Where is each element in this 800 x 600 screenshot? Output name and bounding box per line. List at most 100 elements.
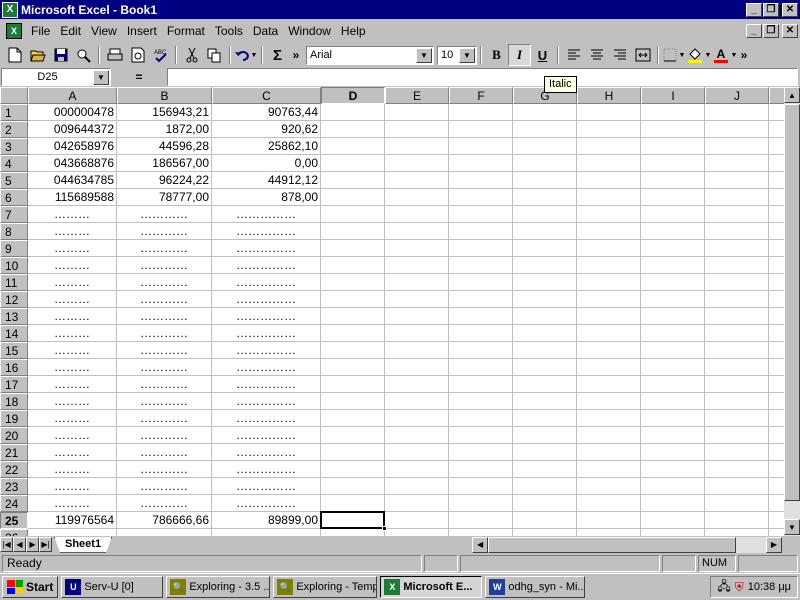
- cell-empty[interactable]: [577, 495, 641, 512]
- scroll-right-icon[interactable]: ▶: [766, 536, 782, 553]
- excel-app-icon[interactable]: X: [2, 1, 18, 18]
- prev-sheet-icon[interactable]: ◀: [13, 537, 26, 552]
- cell-empty[interactable]: [705, 240, 769, 257]
- cell-a23[interactable]: ………: [28, 478, 117, 495]
- clock[interactable]: 10:38 μμ: [748, 581, 791, 593]
- cell-empty[interactable]: [513, 376, 577, 393]
- cell-empty[interactable]: [641, 512, 705, 529]
- cell-a9[interactable]: ………: [28, 240, 117, 257]
- spelling-icon[interactable]: ABC: [149, 44, 172, 66]
- cell-empty[interactable]: [769, 172, 784, 189]
- doc-restore-button[interactable]: ❐: [763, 24, 779, 38]
- cell-empty[interactable]: [449, 393, 513, 410]
- cell-empty[interactable]: [577, 325, 641, 342]
- cell-empty[interactable]: [577, 461, 641, 478]
- cell-empty[interactable]: [577, 444, 641, 461]
- cell-empty[interactable]: [577, 155, 641, 172]
- cell-empty[interactable]: [641, 478, 705, 495]
- column-header-j[interactable]: J: [705, 87, 769, 104]
- cell-empty[interactable]: [385, 512, 449, 529]
- new-file-icon[interactable]: [3, 44, 26, 66]
- cell-a16[interactable]: ………: [28, 359, 117, 376]
- save-icon[interactable]: [49, 44, 72, 66]
- menu-help[interactable]: Help: [336, 24, 371, 38]
- cell-empty[interactable]: [513, 444, 577, 461]
- cell-empty[interactable]: [513, 427, 577, 444]
- cell-c14[interactable]: ……………: [212, 325, 321, 342]
- tab-sheet1[interactable]: Sheet1: [54, 537, 112, 553]
- cell-empty[interactable]: [577, 223, 641, 240]
- row-header[interactable]: 2: [0, 121, 28, 138]
- last-sheet-icon[interactable]: ▶|: [39, 537, 52, 552]
- scroll-left-icon[interactable]: ◀: [472, 536, 489, 553]
- cell-empty[interactable]: [769, 444, 784, 461]
- close-button[interactable]: ✕: [782, 2, 798, 17]
- cell-empty[interactable]: [385, 529, 449, 536]
- menu-data[interactable]: Data: [248, 24, 283, 38]
- cell-empty[interactable]: [385, 325, 449, 342]
- cell-empty[interactable]: [705, 206, 769, 223]
- cell-empty[interactable]: [769, 257, 784, 274]
- cell-a15[interactable]: ………: [28, 342, 117, 359]
- cell-empty[interactable]: [449, 308, 513, 325]
- cell-empty[interactable]: [769, 393, 784, 410]
- cell-empty[interactable]: [641, 223, 705, 240]
- cell-empty[interactable]: [769, 461, 784, 478]
- borders-dropdown-icon[interactable]: ▼: [678, 52, 686, 59]
- cell-a2[interactable]: 009644372: [28, 121, 117, 138]
- cell-empty[interactable]: [705, 104, 769, 121]
- cell-empty[interactable]: [449, 325, 513, 342]
- name-box[interactable]: D25 ▼: [1, 68, 111, 86]
- cell-empty[interactable]: [449, 342, 513, 359]
- cell-empty[interactable]: [641, 393, 705, 410]
- cell-empty[interactable]: [321, 512, 385, 529]
- cell-empty[interactable]: [641, 104, 705, 121]
- menu-insert[interactable]: Insert: [122, 24, 162, 38]
- chevron-down-icon[interactable]: ▼: [93, 69, 109, 85]
- cell-b4[interactable]: 186567,00: [117, 155, 212, 172]
- cell-empty[interactable]: [577, 189, 641, 206]
- cell-b6[interactable]: 78777,00: [117, 189, 212, 206]
- cell-empty[interactable]: [641, 376, 705, 393]
- row-header[interactable]: 8: [0, 223, 28, 240]
- cell-c11[interactable]: ……………: [212, 274, 321, 291]
- cell-a10[interactable]: ………: [28, 257, 117, 274]
- cell-b11[interactable]: …………: [117, 274, 212, 291]
- row-header[interactable]: 21: [0, 444, 28, 461]
- cell-empty[interactable]: [577, 427, 641, 444]
- fill-color-dropdown-icon[interactable]: ▼: [704, 52, 712, 59]
- open-folder-icon[interactable]: [26, 44, 49, 66]
- more-buttons-icon[interactable]: »: [289, 44, 303, 66]
- cell-b24[interactable]: …………: [117, 495, 212, 512]
- cell-empty[interactable]: [321, 274, 385, 291]
- cell-empty[interactable]: [321, 257, 385, 274]
- cell-empty[interactable]: [321, 444, 385, 461]
- autosum-button[interactable]: Σ: [266, 44, 289, 66]
- cell-empty[interactable]: [513, 104, 577, 121]
- cell-a20[interactable]: ………: [28, 427, 117, 444]
- cell-empty[interactable]: [577, 291, 641, 308]
- cell-empty[interactable]: [321, 189, 385, 206]
- cell-empty[interactable]: [769, 155, 784, 172]
- cell-empty[interactable]: [705, 478, 769, 495]
- cell-b22[interactable]: …………: [117, 461, 212, 478]
- cell-a1[interactable]: 000000478: [28, 104, 117, 121]
- cell-b25[interactable]: 786666,66: [117, 512, 212, 529]
- cell-a8[interactable]: ………: [28, 223, 117, 240]
- cell-empty[interactable]: [577, 376, 641, 393]
- copy-icon[interactable]: [203, 44, 226, 66]
- menu-file[interactable]: File: [26, 24, 55, 38]
- cell-empty[interactable]: [513, 155, 577, 172]
- fill-color-icon[interactable]: [686, 44, 704, 66]
- cell-empty[interactable]: [449, 274, 513, 291]
- cell-a25[interactable]: 119976564: [28, 512, 117, 529]
- cell-b10[interactable]: …………: [117, 257, 212, 274]
- cell-empty[interactable]: [705, 291, 769, 308]
- row-header[interactable]: 3: [0, 138, 28, 155]
- cell-empty[interactable]: [705, 138, 769, 155]
- cell-a6[interactable]: 115689588: [28, 189, 117, 206]
- cell-empty[interactable]: [449, 257, 513, 274]
- cell-c1[interactable]: 90763,44: [212, 104, 321, 121]
- cell-empty[interactable]: [513, 172, 577, 189]
- print-icon[interactable]: [103, 44, 126, 66]
